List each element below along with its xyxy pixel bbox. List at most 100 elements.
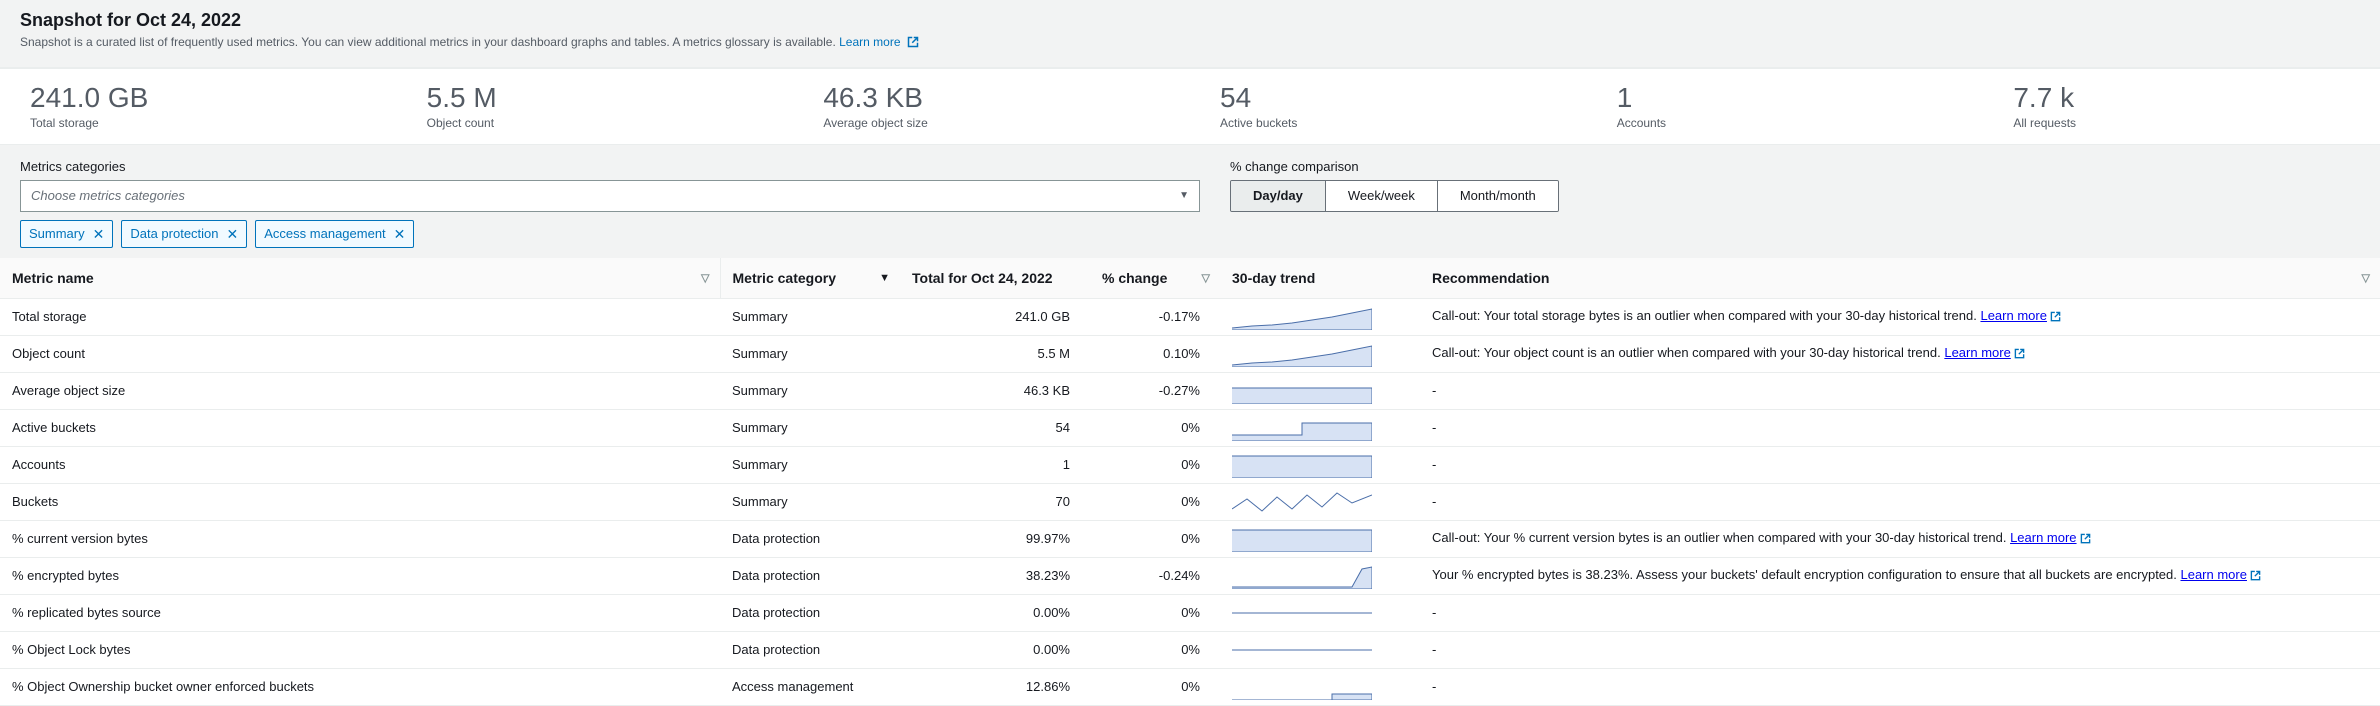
close-icon[interactable]: ✕ — [227, 227, 239, 241]
cell-metric-name: % encrypted bytes — [0, 557, 720, 594]
stat-card: 1 Accounts — [1587, 83, 1984, 130]
cell-change: 0% — [1090, 409, 1220, 446]
table-row: Object countSummary5.5 M0.10%Call-out: Y… — [0, 335, 2380, 372]
close-icon[interactable]: ✕ — [93, 227, 105, 241]
stat-label: Accounts — [1617, 116, 1954, 130]
cell-change: 0% — [1090, 520, 1220, 557]
table-row: Total storageSummary241.0 GB-0.17%Call-o… — [0, 298, 2380, 335]
table-row: % Object Ownership bucket owner enforced… — [0, 668, 2380, 705]
stat-value: 54 — [1220, 83, 1557, 114]
cell-recommendation: Call-out: Your % current version bytes i… — [1420, 520, 2380, 557]
table-row: AccountsSummary10%- — [0, 446, 2380, 483]
learn-more-link[interactable]: Learn more — [839, 35, 919, 49]
stat-label: Average object size — [823, 116, 1160, 130]
stat-value: 46.3 KB — [823, 83, 1160, 114]
th-total-label: Total for Oct 24, 2022 — [912, 270, 1053, 286]
controls-row: Metrics categories Choose metrics catego… — [0, 145, 2380, 258]
cell-total: 46.3 KB — [900, 372, 1090, 409]
rec-text: Call-out: Your % current version bytes i… — [1432, 530, 2010, 545]
cell-recommendation: - — [1420, 631, 2380, 668]
metrics-categories-label: Metrics categories — [20, 159, 1200, 174]
stat-value: 1 — [1617, 83, 1954, 114]
compare-label: % change comparison — [1230, 159, 1559, 174]
stat-card: 7.7 kAll requests — [1983, 83, 2380, 130]
rec-text: Call-out: Your object count is an outlie… — [1432, 345, 1944, 360]
external-link-icon — [2050, 310, 2061, 325]
cell-trend — [1220, 483, 1420, 520]
rec-empty: - — [1432, 494, 1436, 509]
cell-change: 0% — [1090, 483, 1220, 520]
rec-empty: - — [1432, 642, 1436, 657]
cell-recommendation: - — [1420, 372, 2380, 409]
cell-trend — [1220, 668, 1420, 705]
sort-icon[interactable]: ▼ — [879, 272, 890, 284]
cell-category: Summary — [720, 335, 900, 372]
sort-icon[interactable]: ▽ — [1202, 271, 1210, 284]
sparkline-icon — [1232, 600, 1372, 626]
th-change[interactable]: % change ▽ — [1090, 258, 1220, 299]
subtitle-text: Snapshot is a curated list of frequently… — [20, 35, 836, 49]
sort-icon[interactable]: ▽ — [701, 271, 709, 284]
rec-empty: - — [1432, 420, 1436, 435]
metrics-categories-select[interactable]: Choose metrics categories ▼ — [20, 180, 1200, 212]
cell-change: -0.27% — [1090, 372, 1220, 409]
th-total[interactable]: Total for Oct 24, 2022 — [900, 258, 1090, 299]
cell-change: 0.10% — [1090, 335, 1220, 372]
learn-more-label: Learn more — [839, 35, 900, 49]
cell-metric-name: Object count — [0, 335, 720, 372]
cell-category: Data protection — [720, 557, 900, 594]
cell-recommendation: - — [1420, 668, 2380, 705]
learn-more-link[interactable]: Learn more — [1980, 308, 2060, 323]
segment-button[interactable]: Day/day — [1231, 181, 1326, 211]
th-change-label: % change — [1102, 270, 1167, 286]
segment-button[interactable]: Month/month — [1438, 181, 1558, 211]
cell-trend — [1220, 409, 1420, 446]
th-metric-category[interactable]: Metric category ▼ — [720, 258, 900, 299]
table-row: % Object Lock bytesData protection0.00%0… — [0, 631, 2380, 668]
filter-token: Summary✕ — [20, 220, 113, 248]
th-trend[interactable]: 30-day trend — [1220, 258, 1420, 299]
cell-trend — [1220, 594, 1420, 631]
cell-total: 54 — [900, 409, 1090, 446]
learn-more-link[interactable]: Learn more — [2010, 530, 2090, 545]
sort-icon[interactable]: ▽ — [2362, 271, 2370, 284]
rec-empty: - — [1432, 383, 1436, 398]
learn-more-link[interactable]: Learn more — [1944, 345, 2024, 360]
cell-change: 0% — [1090, 631, 1220, 668]
table-row: % encrypted bytesData protection38.23%-0… — [0, 557, 2380, 594]
close-icon[interactable]: ✕ — [394, 227, 406, 241]
cell-trend — [1220, 557, 1420, 594]
token-label: Data protection — [130, 226, 218, 241]
cell-metric-name: Active buckets — [0, 409, 720, 446]
th-metric-name[interactable]: Metric name ▽ — [0, 258, 720, 299]
stat-label: Active buckets — [1220, 116, 1557, 130]
learn-more-link[interactable]: Learn more — [2180, 567, 2260, 582]
cell-trend — [1220, 446, 1420, 483]
cell-total: 0.00% — [900, 594, 1090, 631]
stat-card: 5.5 MObject count — [397, 83, 794, 130]
cell-change: -0.24% — [1090, 557, 1220, 594]
cell-category: Summary — [720, 409, 900, 446]
table-row: Average object sizeSummary46.3 KB-0.27%- — [0, 372, 2380, 409]
th-recommendation[interactable]: Recommendation ▽ — [1420, 258, 2380, 299]
sparkline-icon — [1232, 452, 1372, 478]
cell-change: -0.17% — [1090, 298, 1220, 335]
rec-empty: - — [1432, 457, 1436, 472]
cell-trend — [1220, 372, 1420, 409]
sparkline-icon — [1232, 526, 1372, 552]
cell-recommendation: - — [1420, 483, 2380, 520]
stat-label: Object count — [427, 116, 764, 130]
segment-button[interactable]: Week/week — [1326, 181, 1438, 211]
rec-text: Call-out: Your total storage bytes is an… — [1432, 308, 1980, 323]
sparkline-icon — [1232, 674, 1372, 700]
page-title: Snapshot for Oct 24, 2022 — [20, 10, 2360, 31]
rec-empty: - — [1432, 605, 1436, 620]
cell-trend — [1220, 631, 1420, 668]
sparkline-icon — [1232, 563, 1372, 589]
cell-recommendation: Your % encrypted bytes is 38.23%. Assess… — [1420, 557, 2380, 594]
cell-category: Summary — [720, 446, 900, 483]
external-link-icon — [907, 36, 919, 51]
rec-empty: - — [1432, 679, 1436, 694]
cell-trend — [1220, 335, 1420, 372]
cell-change: 0% — [1090, 446, 1220, 483]
